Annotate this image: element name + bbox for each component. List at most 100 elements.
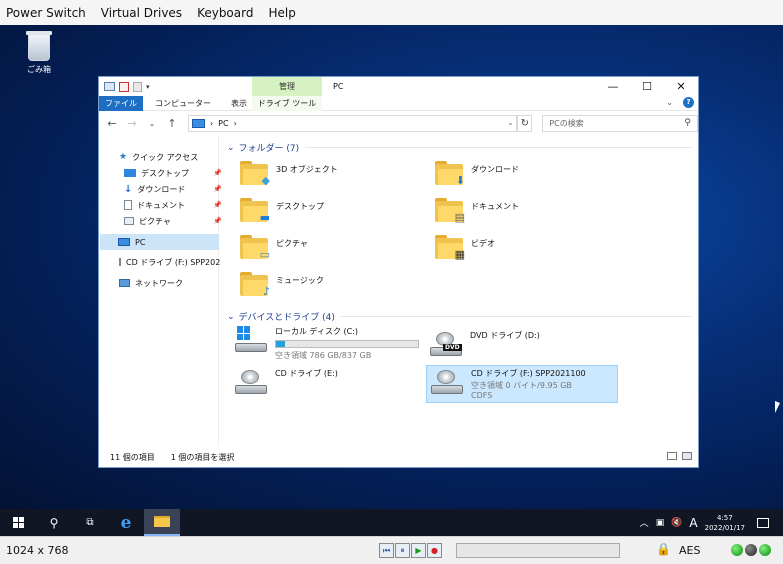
new-folder-icon[interactable] (133, 81, 142, 92)
desktop-icon (124, 169, 136, 177)
system-tray: ︿ ▣ 🔇 A 4:57 2022/01/17 (640, 509, 783, 536)
folder-pictures[interactable]: ▭ ピクチャ (240, 235, 308, 261)
ribbon-expand-icon[interactable]: ⌄ (666, 98, 673, 107)
lock-icon: 🔒 (656, 542, 671, 556)
nav-label: CD ドライブ (F:) SPP202 (126, 257, 221, 267)
mouse-cursor-icon (775, 401, 780, 413)
play-icon[interactable]: ▶ (411, 543, 426, 558)
rewind-icon[interactable]: ⏮ (379, 543, 394, 558)
large-icons-view-icon[interactable] (682, 452, 692, 460)
status-led-green-icon (731, 544, 743, 556)
folder-label: ビデオ (471, 239, 495, 248)
nav-item-cd-drive[interactable]: CD ドライブ (F:) SPP202 (119, 255, 221, 269)
file-explorer-taskbar-button[interactable] (144, 509, 180, 536)
drive-name: DVD ドライブ (D:) (470, 331, 540, 340)
record-icon[interactable]: ● (427, 543, 442, 558)
folder-videos[interactable]: ▦ ビデオ (435, 235, 495, 261)
up-arrow-icon[interactable]: ↑ (166, 117, 178, 130)
chevron-up-icon[interactable]: ︿ (640, 516, 649, 529)
nav-item-documents[interactable]: ドキュメント 📌 (124, 198, 224, 212)
drive-dvd-d[interactable]: DVD DVD ドライブ (D:) (430, 330, 540, 356)
tab-file[interactable]: ファイル (99, 95, 143, 111)
start-button[interactable] (0, 509, 36, 536)
qat-dropdown-icon[interactable]: ▾ (146, 83, 150, 91)
dvd-drive-icon: DVD (430, 330, 462, 356)
volume-mute-icon[interactable]: 🔇 (671, 518, 682, 528)
maximize-button[interactable]: ☐ (630, 77, 664, 96)
quick-access-toolbar: ▾ (99, 81, 150, 92)
forward-arrow-icon[interactable]: → (126, 117, 138, 130)
cd-drive-icon (235, 368, 267, 394)
nav-item-pc[interactable]: PC (100, 234, 219, 250)
search-box[interactable]: PCの検索 ⚲ (542, 114, 699, 132)
search-icon[interactable]: ⚲ (36, 509, 72, 536)
recycle-bin-shortcut[interactable]: ごみ箱 (22, 31, 56, 75)
tab-view[interactable]: 表示 (231, 98, 247, 109)
navigation-pane: ★ クイック アクセス デスクトップ 📌 ↓ ダウンロード 📌 ドキュメント 📌… (99, 136, 222, 446)
folder-music[interactable]: ♪ ミュージック (240, 272, 324, 298)
drive-space: 空き領域 786 GB/837 GB (275, 351, 372, 360)
address-segment-pc[interactable]: PC (218, 119, 228, 128)
ribbon-tabs: ファイル コンピューター 表示 ドライブ ツール ⌄ ? (99, 95, 698, 111)
menu-virtual-drives[interactable]: Virtual Drives (101, 6, 182, 20)
drive-name: CD ドライブ (E:) (275, 369, 338, 378)
properties-icon[interactable] (119, 81, 129, 92)
dvd-badge: DVD (443, 344, 462, 351)
documents-folder-icon: ▤ (435, 198, 465, 224)
notification-icon[interactable] (757, 517, 769, 528)
pictures-folder-icon: ▭ (240, 235, 270, 261)
network-tray-icon[interactable]: ▣ (656, 518, 665, 528)
address-separator: › (209, 118, 214, 128)
details-view-icon[interactable] (667, 452, 677, 460)
address-dropdown-icon[interactable]: ⌄ (507, 119, 513, 127)
nav-quick-access[interactable]: ★ クイック アクセス (119, 150, 219, 164)
network-icon (119, 279, 130, 287)
tab-computer[interactable]: コンピューター (155, 98, 211, 109)
hard-drive-icon (235, 326, 267, 352)
close-button[interactable]: ✕ (664, 77, 698, 96)
remote-desktop: ごみ箱 ▾ 管理 PC — ☐ ✕ ファイル コンピューター 表示 ドライブ ツ… (0, 25, 783, 509)
encryption-label: AES (679, 544, 701, 557)
window-controls: — ☐ ✕ (596, 77, 698, 96)
recycle-bin-label: ごみ箱 (27, 65, 51, 74)
tab-drive-tools[interactable]: ドライブ ツール (252, 96, 322, 111)
windows-logo-icon (237, 326, 251, 340)
ime-indicator[interactable]: A (689, 516, 697, 530)
drive-local-c[interactable]: ローカル ディスク (C:) 空き領域 786 GB/837 GB (235, 326, 419, 361)
manage-context-tab[interactable]: 管理 (252, 77, 322, 96)
folder-3d-objects[interactable]: ◆ 3D オブジェクト (240, 161, 338, 187)
folder-downloads[interactable]: ⬇ ダウンロード (435, 161, 519, 187)
address-bar[interactable]: › PC › ⌄ (187, 114, 518, 132)
document-icon (124, 200, 132, 210)
help-icon[interactable]: ? (683, 97, 694, 108)
explorer-window: ▾ 管理 PC — ☐ ✕ ファイル コンピューター 表示 ドライブ ツール ⌄… (98, 76, 699, 468)
folders-section-header[interactable]: ⌄ フォルダー (7) (227, 141, 692, 155)
nav-label: ダウンロード (137, 184, 186, 194)
nav-item-pictures[interactable]: ピクチャ 📌 (124, 214, 224, 228)
task-view-icon[interactable]: ⧉ (72, 509, 108, 536)
nav-item-downloads[interactable]: ↓ ダウンロード 📌 (124, 182, 224, 196)
menu-power-switch[interactable]: Power Switch (6, 6, 86, 20)
clock[interactable]: 4:57 2022/01/17 (705, 513, 745, 533)
videos-folder-icon: ▦ (435, 235, 465, 261)
folder-label: ダウンロード (471, 165, 519, 174)
refresh-icon[interactable]: ↻ (517, 114, 533, 132)
playback-progress-bar[interactable] (456, 543, 620, 558)
nav-label: ネットワーク (135, 278, 183, 288)
pause-icon[interactable]: ⏸ (395, 543, 410, 558)
drive-cd-f[interactable]: CD ドライブ (F:) SPP2021100 空き領域 0 バイト/9.95 … (426, 365, 618, 403)
drives-section-header[interactable]: ⌄ デバイスとドライブ (4) (227, 310, 692, 324)
nav-item-desktop[interactable]: デスクトップ 📌 (124, 166, 224, 180)
drive-usage-fill (276, 341, 285, 347)
minimize-button[interactable]: — (596, 77, 630, 96)
menu-keyboard[interactable]: Keyboard (197, 6, 253, 20)
internet-explorer-icon[interactable]: e (108, 509, 144, 536)
folder-desktop[interactable]: ▬ デスクトップ (240, 198, 324, 224)
back-arrow-icon[interactable]: ← (106, 117, 118, 130)
nav-item-network[interactable]: ネットワーク (119, 276, 219, 290)
drive-cd-e[interactable]: CD ドライブ (E:) (235, 368, 338, 394)
menu-help[interactable]: Help (268, 6, 295, 20)
recent-dropdown-icon[interactable]: ⌄ (146, 119, 158, 128)
folder-documents[interactable]: ▤ ドキュメント (435, 198, 519, 224)
viewer-status-bar: 1024 x 768 ⏮ ⏸ ▶ ● 🔒 AES (0, 536, 783, 564)
